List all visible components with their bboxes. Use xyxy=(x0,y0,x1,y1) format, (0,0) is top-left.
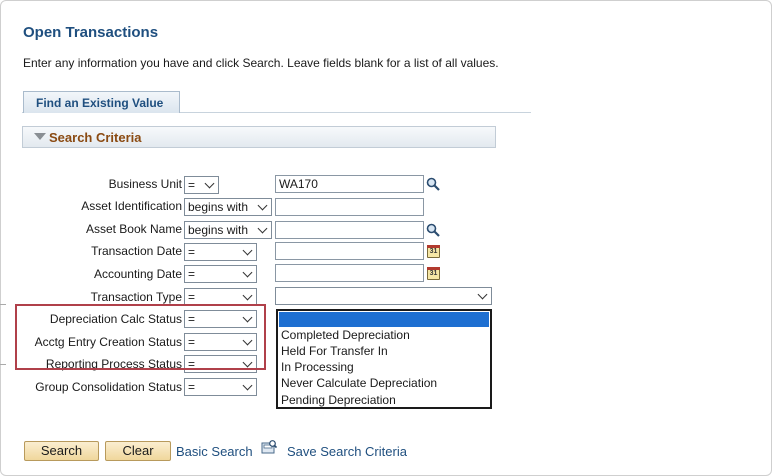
save-search-icon[interactable] xyxy=(261,440,277,454)
lookup-search-icon[interactable] xyxy=(426,177,440,191)
operator-value: = xyxy=(188,267,196,281)
dropdown-option[interactable]: Never Calculate Depreciation xyxy=(281,376,437,390)
operator-value: = xyxy=(188,380,196,394)
transaction-type-select[interactable] xyxy=(275,287,492,305)
search-criteria-header[interactable]: Search Criteria xyxy=(22,126,496,148)
dropdown-option[interactable]: Pending Depreciation xyxy=(281,393,396,407)
transaction-date-label: Transaction Date xyxy=(91,244,182,258)
accounting-date-input[interactable] xyxy=(275,264,424,282)
operator-value: = xyxy=(188,290,196,304)
calendar-icon[interactable]: 31 xyxy=(427,245,440,258)
accounting-date-operator[interactable]: = xyxy=(184,265,257,283)
operator-value: = xyxy=(188,245,196,259)
chevron-down-icon xyxy=(477,289,488,300)
calendar-icon[interactable]: 31 xyxy=(427,267,440,280)
save-search-criteria-link[interactable]: Save Search Criteria xyxy=(287,444,407,459)
business-unit-label: Business Unit xyxy=(108,177,182,191)
section-label: Search Criteria xyxy=(49,130,142,145)
group-consolidation-status-label: Group Consolidation Status xyxy=(35,380,182,394)
chevron-down-icon xyxy=(242,380,253,391)
operator-value: begins with xyxy=(188,223,249,237)
asset-identification-operator[interactable]: begins with xyxy=(184,198,272,216)
chevron-down-icon xyxy=(204,178,215,189)
left-edge-mark xyxy=(0,304,6,305)
instructions-text: Enter any information you have and click… xyxy=(23,56,499,70)
search-button[interactable]: Search xyxy=(24,441,99,461)
asset-book-name-operator[interactable]: begins with xyxy=(184,221,272,239)
lookup-search-icon[interactable] xyxy=(426,223,440,237)
dropdown-option[interactable]: Held For Transfer In xyxy=(281,344,388,358)
accounting-date-label: Accounting Date xyxy=(93,267,182,281)
annotation-highlight-box xyxy=(15,304,266,370)
clear-button[interactable]: Clear xyxy=(105,441,171,461)
asset-identification-input[interactable] xyxy=(275,198,424,216)
collapse-triangle-icon[interactable] xyxy=(34,133,46,140)
asset-book-name-input[interactable] xyxy=(275,221,424,239)
business-unit-input[interactable]: WA170 xyxy=(275,175,424,193)
business-unit-operator[interactable]: = xyxy=(184,176,219,194)
operator-value: begins with xyxy=(188,200,249,214)
basic-search-link[interactable]: Basic Search xyxy=(176,444,253,459)
left-edge-mark xyxy=(0,364,6,365)
operator-value: = xyxy=(188,178,196,192)
chevron-down-icon xyxy=(257,223,268,234)
page-title: Open Transactions xyxy=(23,24,159,41)
tab-find-existing-value[interactable]: Find an Existing Value xyxy=(23,91,180,113)
status-dropdown-list[interactable]: Completed Depreciation Held For Transfer… xyxy=(276,309,492,409)
group-consolidation-status-operator[interactable]: = xyxy=(184,378,257,396)
transaction-type-label: Transaction Type xyxy=(90,290,182,304)
dropdown-option-blank-selected[interactable] xyxy=(279,312,489,327)
chevron-down-icon xyxy=(257,200,268,211)
asset-identification-label: Asset Identification xyxy=(81,199,182,213)
dropdown-option[interactable]: In Processing xyxy=(281,360,354,374)
chevron-down-icon xyxy=(242,290,253,301)
transaction-date-input[interactable] xyxy=(275,242,424,260)
chevron-down-icon xyxy=(242,245,253,256)
chevron-down-icon xyxy=(242,267,253,278)
dropdown-option[interactable]: Completed Depreciation xyxy=(281,328,410,342)
asset-book-name-label: Asset Book Name xyxy=(85,222,182,236)
transaction-date-operator[interactable]: = xyxy=(184,243,257,261)
